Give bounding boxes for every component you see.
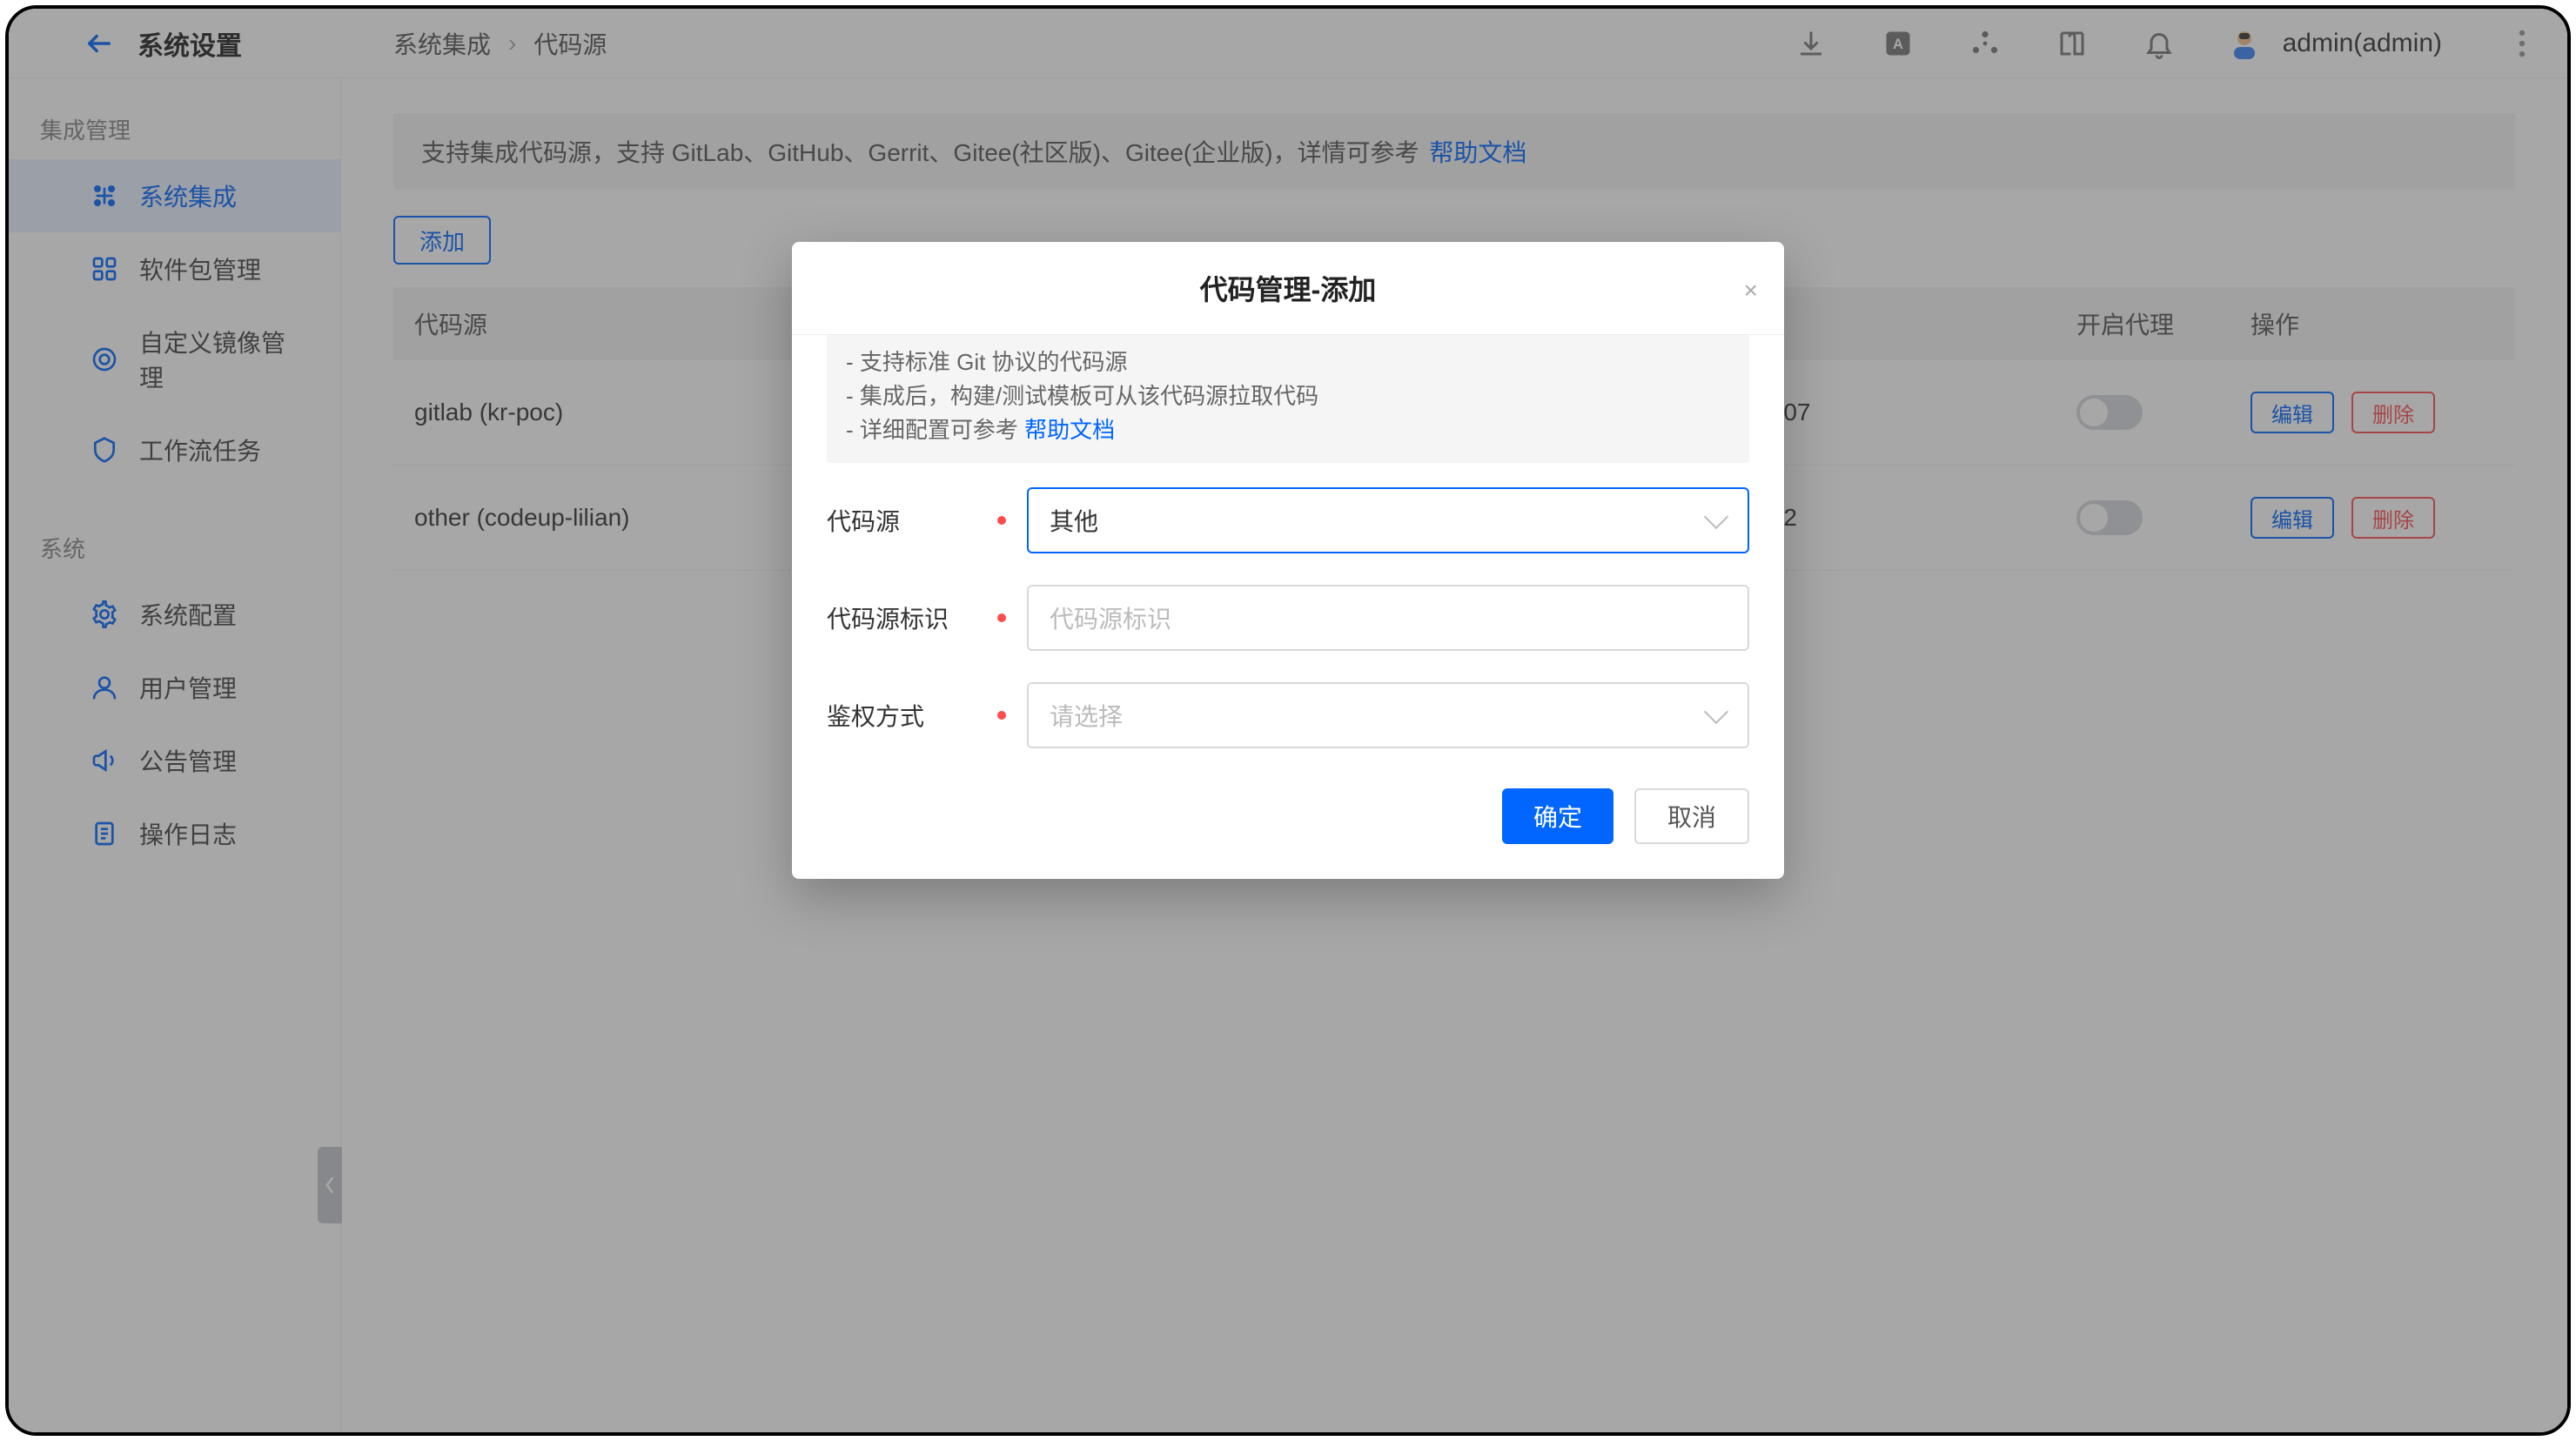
required-indicator (997, 711, 1006, 720)
field-label-ident: 代码源标识 (827, 600, 949, 635)
close-icon[interactable]: × (1744, 277, 1758, 305)
modal-info-line: - 支持标准 Git 协议的代码源 (846, 345, 1730, 379)
ident-placeholder: 代码源标识 (1050, 600, 1171, 635)
cancel-button[interactable]: 取消 (1634, 788, 1749, 844)
ident-input[interactable]: 代码源标识 (1027, 585, 1749, 651)
field-label-auth: 鉴权方式 (827, 698, 924, 733)
add-codesource-modal: 代码管理-添加 × - 支持标准 Git 协议的代码源 - 集成后，构建/测试模… (792, 242, 1784, 879)
modal-info-line: - 详细配置可参考 帮助文档 (846, 413, 1730, 447)
modal-mask[interactable]: 代码管理-添加 × - 支持标准 Git 协议的代码源 - 集成后，构建/测试模… (9, 9, 2567, 1432)
source-select-value: 其他 (1050, 503, 1098, 538)
modal-info-line: - 集成后，构建/测试模板可从该代码源拉取代码 (846, 379, 1730, 413)
modal-title: 代码管理-添加 (827, 268, 1749, 308)
modal-header: 代码管理-添加 × (792, 242, 1784, 335)
auth-placeholder: 请选择 (1050, 698, 1123, 733)
required-indicator (997, 613, 1006, 622)
field-label-source: 代码源 (827, 503, 900, 538)
auth-select[interactable]: 请选择 (1027, 682, 1749, 748)
modal-info: - 支持标准 Git 协议的代码源 - 集成后，构建/测试模板可从该代码源拉取代… (827, 335, 1749, 463)
required-indicator (997, 516, 1006, 525)
confirm-button[interactable]: 确定 (1502, 788, 1613, 844)
modal-form: 代码源 其他 代码源标识 代码源标识 (792, 487, 1784, 748)
modal-footer: 确定 取消 (792, 780, 1784, 879)
modal-help-link[interactable]: 帮助文档 (1024, 417, 1115, 443)
source-select[interactable]: 其他 (1027, 487, 1749, 553)
